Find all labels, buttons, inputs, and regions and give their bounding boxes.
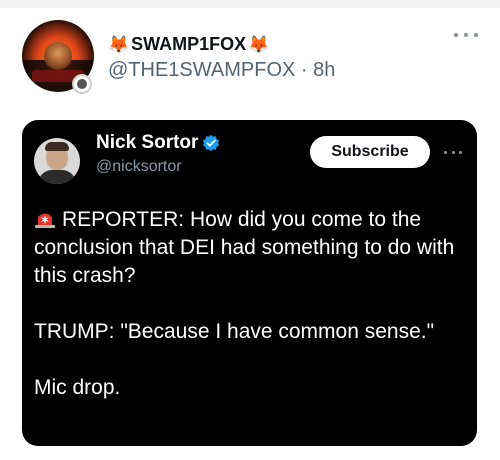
more-options-icon[interactable] (454, 28, 478, 42)
avatar-fox-graphic (44, 42, 72, 70)
quoted-line-mic-drop: Mic drop. (34, 376, 121, 399)
quoted-line-reporter-text: REPORTER: How did you come to the conclu… (34, 208, 455, 287)
fox-icon: 🦊 (108, 35, 130, 54)
quoted-author-handle[interactable]: @nicksortor (96, 158, 182, 176)
fox-icon: 🦊 (248, 35, 270, 54)
quoted-line-reporter: REPORTER: How did you come to the conclu… (34, 206, 470, 290)
author-name[interactable]: 🦊 SWAMP1FOX 🦊 (108, 34, 269, 55)
verified-check-icon (203, 134, 220, 152)
alarm-light-icon (35, 213, 55, 228)
quoted-more-options-icon[interactable] (444, 148, 462, 156)
quoted-author-display-name: Nick Sortor (96, 132, 199, 153)
quoted-line-trump: TRUMP: "Because I have common sense." (34, 320, 435, 343)
subscribe-button[interactable]: Subscribe (310, 136, 430, 168)
post-card: 🦊 SWAMP1FOX 🦊 @THE1SWAMPFOX · 8h Nick So… (0, 8, 500, 460)
avatar-body-graphic (38, 170, 76, 184)
quoted-author-name[interactable]: Nick Sortor (96, 132, 220, 154)
quoted-post-text: REPORTER: How did you come to the conclu… (34, 206, 470, 402)
author-handle-and-time[interactable]: @THE1SWAMPFOX · 8h (108, 59, 335, 82)
author-display-name: SWAMP1FOX (131, 34, 247, 54)
affiliate-badge-icon (72, 74, 92, 94)
quoted-post[interactable]: Nick Sortor @nicksortor Subscribe REPORT… (22, 120, 477, 446)
avatar-hair-graphic (45, 142, 69, 151)
quoted-author-avatar[interactable] (34, 138, 80, 184)
